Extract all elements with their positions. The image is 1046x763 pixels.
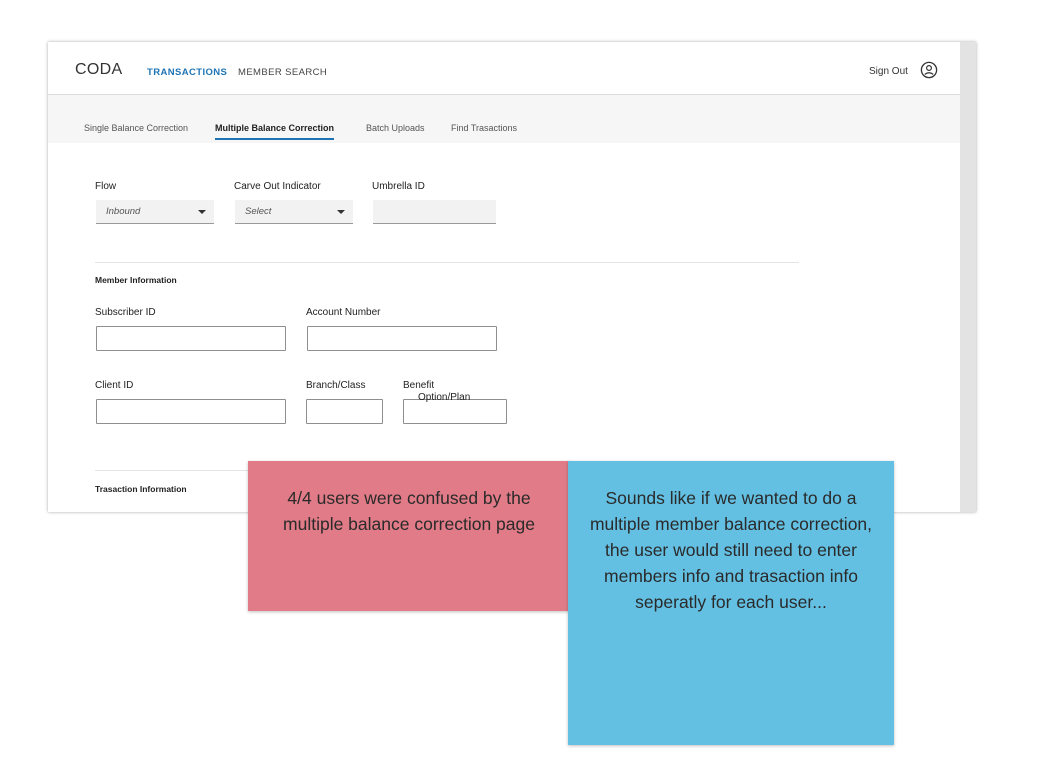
branch-class-input[interactable]: [306, 399, 383, 424]
tab-find-transactions[interactable]: Find Trasactions: [451, 123, 517, 133]
flow-label: Flow: [95, 181, 117, 192]
section-divider: [95, 262, 799, 263]
tab-bar: Single Balance Correction Multiple Balan…: [48, 95, 960, 143]
flow-select-value: Inbound: [106, 206, 141, 217]
tab-single-balance-correction[interactable]: Single Balance Correction: [84, 123, 188, 133]
account-number-input[interactable]: [307, 326, 497, 351]
flow-select[interactable]: Inbound: [96, 200, 214, 224]
sticky-note-red: 4/4 users were confused by the multiple …: [248, 461, 570, 611]
app-window: CODA TRANSACTIONS MEMBER SEARCH Sign Out…: [48, 42, 976, 512]
transaction-information-heading: Trasaction Information: [95, 484, 187, 494]
subscriber-id-label: Subscriber ID: [95, 307, 156, 318]
branch-class-label: Branch/Class: [306, 380, 366, 391]
carve-out-select[interactable]: Select: [235, 200, 353, 224]
vertical-scrollbar[interactable]: [960, 42, 976, 512]
chevron-down-icon: [198, 210, 206, 214]
nav-member-search[interactable]: MEMBER SEARCH: [238, 67, 327, 78]
carve-out-label: Carve Out Indicator: [234, 181, 321, 192]
nav-transactions[interactable]: TRANSACTIONS: [147, 67, 227, 78]
account-number-label: Account Number: [306, 307, 381, 318]
tab-batch-uploads[interactable]: Batch Uploads: [366, 123, 425, 133]
client-id-input[interactable]: [96, 399, 286, 424]
user-icon[interactable]: [920, 61, 938, 79]
benefit-label: Benefit: [403, 380, 435, 391]
carve-out-select-value: Select: [245, 206, 272, 217]
member-information-heading: Member Information: [95, 275, 177, 285]
client-id-label: Client ID: [95, 380, 134, 391]
sticky-note-blue: Sounds like if we wanted to do a multipl…: [568, 461, 894, 745]
top-nav-bar: CODA TRANSACTIONS MEMBER SEARCH Sign Out: [48, 46, 960, 95]
app-logo[interactable]: CODA: [75, 61, 122, 79]
subscriber-id-input[interactable]: [96, 326, 286, 351]
chevron-down-icon: [337, 210, 345, 214]
sign-out-link[interactable]: Sign Out: [869, 66, 908, 77]
umbrella-id-label: Umbrella ID: [372, 181, 425, 192]
benefit-option-plan-label: Option/Plan: [418, 392, 471, 403]
tab-multiple-balance-correction[interactable]: Multiple Balance Correction: [215, 123, 335, 140]
umbrella-id-input[interactable]: [373, 200, 496, 224]
